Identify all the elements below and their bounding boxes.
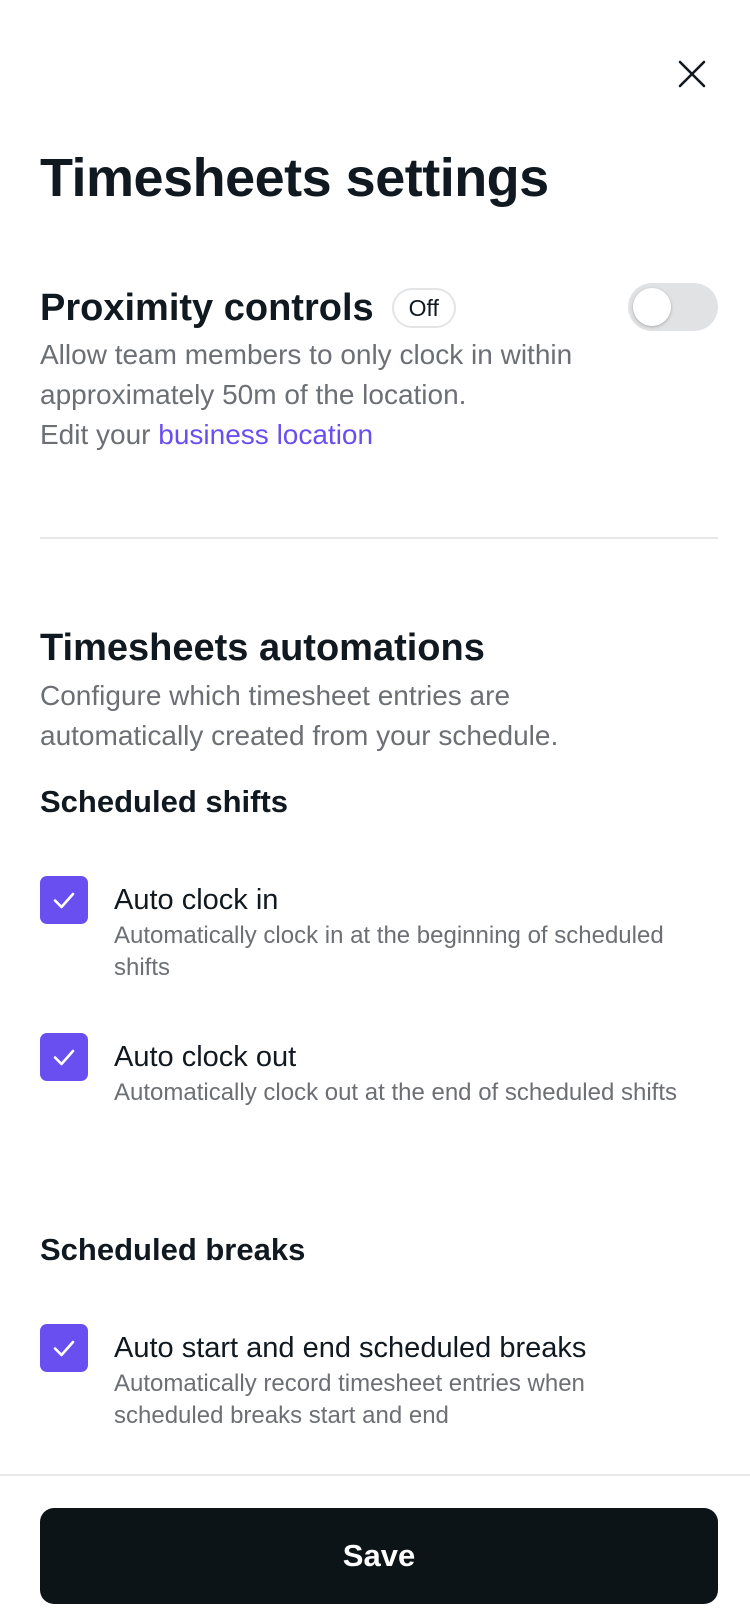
auto-clock-in-option[interactable]: Auto clock in Automatically clock in at … — [40, 876, 720, 984]
edit-location-prefix: Edit your — [40, 419, 159, 450]
checkmark-icon — [53, 1340, 75, 1357]
auto-breaks-checkbox[interactable] — [40, 1324, 88, 1372]
auto-clock-in-description: Automatically clock in at the beginning … — [114, 922, 664, 981]
footer-divider — [0, 1474, 750, 1476]
scheduled-breaks-heading: Scheduled breaks — [40, 1232, 306, 1267]
auto-clock-out-option[interactable]: Auto clock out Automatically clock out a… — [40, 1033, 720, 1109]
auto-clock-out-description: Automatically clock out at the end of sc… — [114, 1079, 677, 1106]
business-location-link[interactable]: business location — [158, 419, 373, 450]
proximity-description-text: Allow team members to only clock in with… — [40, 339, 573, 410]
proximity-status-badge: Off — [391, 288, 456, 328]
auto-clock-out-checkbox[interactable] — [40, 1033, 88, 1081]
proximity-controls-header: Proximity controls Off — [40, 284, 456, 332]
close-icon — [678, 60, 706, 88]
auto-clock-out-text: Auto clock out Automatically clock out a… — [114, 1033, 684, 1109]
auto-breaks-description: Automatically record timesheet entries w… — [114, 1370, 585, 1429]
timesheets-settings-page: Timesheets settings Proximity controls O… — [0, 0, 750, 1624]
auto-clock-in-text: Auto clock in Automatically clock in at … — [114, 876, 684, 984]
auto-clock-in-checkbox[interactable] — [40, 876, 88, 924]
auto-breaks-option[interactable]: Auto start and end scheduled breaks Auto… — [40, 1324, 720, 1432]
toggle-knob — [633, 288, 671, 326]
checkmark-icon — [53, 1049, 75, 1066]
auto-breaks-label: Auto start and end scheduled breaks — [114, 1332, 587, 1364]
save-button[interactable]: Save — [40, 1508, 718, 1604]
proximity-controls-toggle[interactable] — [628, 283, 718, 331]
timesheets-automations-heading: Timesheets automations — [40, 627, 485, 669]
section-divider — [40, 537, 718, 539]
checkmark-icon — [53, 892, 75, 909]
scheduled-shifts-heading: Scheduled shifts — [40, 784, 289, 819]
page-title: Timesheets settings — [40, 148, 549, 208]
auto-breaks-text: Auto start and end scheduled breaks Auto… — [114, 1324, 684, 1432]
timesheets-automations-description: Configure which timesheet entries are au… — [40, 680, 559, 751]
proximity-controls-description: Allow team members to only clock in with… — [40, 335, 680, 455]
proximity-controls-heading: Proximity controls — [40, 287, 374, 329]
close-button[interactable] — [668, 50, 716, 98]
auto-clock-in-label: Auto clock in — [114, 884, 279, 916]
auto-clock-out-label: Auto clock out — [114, 1041, 297, 1073]
